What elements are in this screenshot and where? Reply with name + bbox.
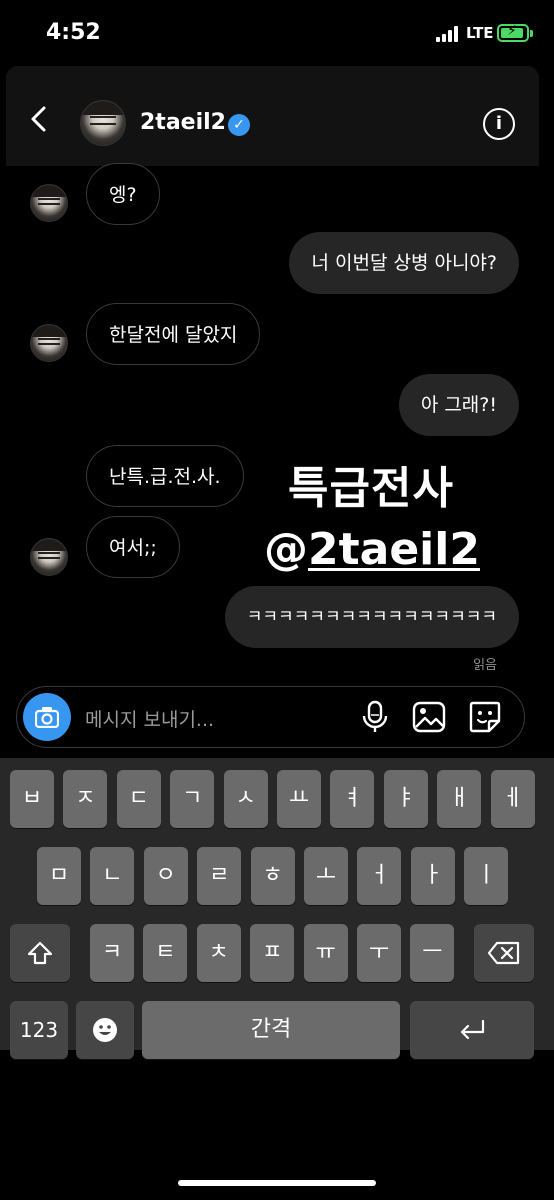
- thread-header: 2taeil2 ✓ i: [6, 66, 539, 166]
- message-bubble-sent[interactable]: 너 이번달 상병 아니야?: [289, 232, 519, 294]
- info-icon[interactable]: i: [483, 108, 515, 140]
- overlay-caption: 특급전사: [288, 463, 454, 514]
- numbers-key[interactable]: 123: [10, 1001, 68, 1059]
- key-letter[interactable]: ㅌ: [143, 924, 188, 982]
- key-letter[interactable]: ㅠ: [303, 924, 348, 982]
- battery-tip: [530, 30, 533, 37]
- home-indicator: [178, 1180, 376, 1186]
- message-list: 엥? 너 이번달 상병 아니야? 한달전에 달았지 아 그래?! 난특.급.전.…: [6, 163, 539, 758]
- message-bubble-received[interactable]: 엥?: [86, 163, 160, 225]
- return-key[interactable]: [410, 1001, 534, 1059]
- message-bubble-received[interactable]: 여서;;: [86, 516, 180, 578]
- key-letter[interactable]: ㅜ: [357, 924, 401, 982]
- key-letter[interactable]: ㅏ: [410, 847, 455, 905]
- message-bubble-received[interactable]: 난특.급.전.사.: [86, 445, 244, 507]
- status-bar: 4:52 LTE ⚡: [0, 0, 554, 66]
- key-letter[interactable]: ㅊ: [196, 924, 241, 982]
- network-label: LTE: [466, 24, 494, 42]
- key-letter[interactable]: ㅈ: [63, 770, 108, 828]
- key-letter[interactable]: ㅋ: [90, 924, 134, 982]
- header-avatar[interactable]: [80, 100, 126, 146]
- sender-avatar[interactable]: [30, 184, 68, 222]
- mention-handle: 2taeil2: [308, 524, 480, 575]
- key-letter[interactable]: ㅗ: [304, 847, 348, 905]
- signal-icon: [436, 26, 462, 42]
- key-letter[interactable]: ㅓ: [357, 847, 402, 905]
- back-chevron-icon[interactable]: [28, 106, 50, 132]
- key-letter[interactable]: ㅛ: [277, 770, 321, 828]
- delete-key[interactable]: [474, 924, 534, 982]
- korean-keyboard: ㅂㅈㄷㄱㅅㅛㅕㅑㅐㅔㅁㄴㅇㄹㅎㅗㅓㅏㅣㅋㅌㅊㅍㅠㅜㅡ 123 간격: [0, 758, 554, 1059]
- backspace-icon: [487, 941, 520, 965]
- sender-avatar[interactable]: [30, 538, 68, 576]
- camera-button[interactable]: [23, 693, 71, 741]
- sticker-icon[interactable]: [467, 699, 503, 735]
- key-letter[interactable]: ㄷ: [116, 770, 161, 828]
- return-icon: [460, 1019, 485, 1040]
- emoji-key[interactable]: [76, 1001, 134, 1059]
- gallery-icon[interactable]: [411, 699, 447, 735]
- key-letter[interactable]: ㅅ: [223, 770, 268, 828]
- overlay-mention: @2taeil2: [264, 524, 480, 575]
- key-letter[interactable]: ㅡ: [410, 924, 455, 982]
- battery-icon: ⚡: [497, 23, 529, 42]
- sender-avatar[interactable]: [30, 324, 68, 362]
- key-letter[interactable]: ㄹ: [197, 847, 242, 905]
- key-letter[interactable]: ㅎ: [250, 847, 295, 905]
- microphone-icon[interactable]: [357, 699, 393, 735]
- message-composer: 메시지 보내기...: [16, 686, 525, 748]
- key-letter[interactable]: ㄱ: [170, 770, 215, 828]
- camera-icon: [35, 707, 59, 728]
- message-input[interactable]: 메시지 보내기...: [85, 705, 214, 732]
- key-letter[interactable]: ㅑ: [383, 770, 428, 828]
- key-letter[interactable]: ㅣ: [464, 847, 509, 905]
- key-letter[interactable]: ㅇ: [143, 847, 188, 905]
- key-letter[interactable]: ㅐ: [437, 770, 482, 828]
- verified-badge-icon: ✓: [228, 114, 250, 136]
- message-bubble-sent[interactable]: 아 그래?!: [398, 374, 519, 436]
- key-letter[interactable]: ㅕ: [330, 770, 375, 828]
- thread-username[interactable]: 2taeil2: [140, 110, 226, 135]
- message-bubble-sent[interactable]: ㅋㅋㅋㅋㅋㅋㅋㅋㅋㅋㅋㅋㅋㅋㅋㅋ: [224, 586, 519, 648]
- key-letter[interactable]: ㅔ: [490, 770, 535, 828]
- key-letter[interactable]: ㄴ: [90, 847, 135, 905]
- message-bubble-received[interactable]: 한달전에 달았지: [86, 303, 261, 365]
- dm-thread-card: 2taeil2 ✓ i 엥? 너 이번달 상병 아니야? 한달전에 달았지 아 …: [6, 66, 539, 758]
- mention-at: @: [264, 524, 308, 575]
- space-key[interactable]: 간격: [142, 1001, 400, 1059]
- shift-icon: [27, 941, 53, 965]
- key-letter[interactable]: ㅍ: [250, 924, 295, 982]
- key-letter[interactable]: ㅁ: [37, 847, 81, 905]
- seen-indicator: 읽음: [473, 658, 497, 673]
- key-letter[interactable]: ㅂ: [10, 770, 54, 828]
- shift-key[interactable]: [10, 924, 70, 982]
- emoji-icon: [93, 1018, 117, 1042]
- status-time: 4:52: [46, 20, 101, 45]
